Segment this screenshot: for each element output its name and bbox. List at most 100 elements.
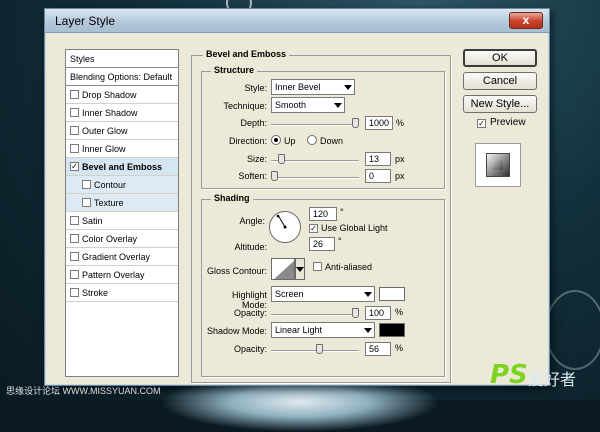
- style-item-label: Outer Glow: [82, 126, 128, 136]
- style-item-label: Pattern Overlay: [82, 270, 145, 280]
- style-label: Style:: [244, 83, 267, 93]
- bevel-emboss-title: Bevel and Emboss: [203, 49, 290, 59]
- style-item-label: Bevel and Emboss: [82, 162, 163, 172]
- soften-input[interactable]: 0: [365, 169, 391, 183]
- styles-list-item[interactable]: Stroke: [66, 284, 178, 302]
- styles-list-item[interactable]: ✓ Bevel and Emboss: [66, 158, 178, 176]
- gloss-contour-dropdown[interactable]: [295, 258, 305, 280]
- size-slider-thumb[interactable]: [278, 154, 286, 164]
- cancel-button[interactable]: Cancel: [463, 72, 537, 90]
- style-item-label: Inner Glow: [82, 144, 126, 154]
- styles-list-item[interactable]: Contour: [66, 176, 178, 194]
- styles-list-item[interactable]: Blending Options: Default: [66, 68, 178, 86]
- style-checkbox[interactable]: [70, 90, 79, 99]
- depth-slider-thumb[interactable]: [352, 118, 359, 128]
- preview-checkbox[interactable]: ✓: [477, 119, 486, 128]
- styles-list-item[interactable]: Outer Glow: [66, 122, 178, 140]
- style-value: Inner Bevel: [275, 82, 321, 92]
- style-checkbox[interactable]: [70, 108, 79, 117]
- depth-unit: %: [396, 118, 405, 128]
- highlight-opacity-input[interactable]: 100: [365, 306, 391, 320]
- technique-value: Smooth: [275, 100, 307, 110]
- direction-up-radio[interactable]: [271, 135, 281, 145]
- style-checkbox[interactable]: [70, 144, 79, 153]
- style-checkbox[interactable]: [70, 126, 79, 135]
- new-style-button[interactable]: New Style...: [463, 95, 537, 113]
- layer-style-dialog: Layer Style x Styles Blending Options: De…: [44, 8, 550, 386]
- soften-slider-thumb[interactable]: [271, 171, 278, 181]
- style-checkbox[interactable]: [70, 252, 79, 261]
- style-checkbox[interactable]: ✓: [70, 162, 79, 171]
- shading-title: Shading: [211, 193, 253, 203]
- direction-down-radio[interactable]: [307, 135, 317, 145]
- shadow-color-swatch[interactable]: [379, 323, 405, 337]
- gloss-contour-picker[interactable]: [271, 258, 295, 280]
- altitude-label: Altitude:: [234, 242, 267, 252]
- styles-list-item[interactable]: Color Overlay: [66, 230, 178, 248]
- soften-slider-track[interactable]: [271, 177, 359, 179]
- anti-aliased-checkbox[interactable]: [313, 262, 322, 271]
- shadow-opacity-label: Opacity:: [233, 344, 267, 354]
- angle-dial-icon: [276, 214, 287, 229]
- style-item-label: Gradient Overlay: [82, 252, 151, 262]
- style-item-label: Blending Options: Default: [70, 72, 173, 82]
- highlight-mode-label: Highlight Mode:: [231, 290, 267, 310]
- use-global-light-checkbox[interactable]: ✓: [309, 224, 318, 233]
- close-button[interactable]: x: [509, 12, 543, 29]
- highlight-opacity-thumb[interactable]: [352, 308, 359, 318]
- style-item-label: Satin: [82, 216, 103, 226]
- chevron-down-icon: [296, 267, 304, 272]
- depth-input[interactable]: 1000: [365, 116, 393, 130]
- highlight-mode-select[interactable]: Screen: [271, 286, 375, 302]
- chevron-down-icon: [364, 292, 372, 297]
- styles-list-item[interactable]: Styles: [66, 50, 178, 68]
- shadow-opacity-input[interactable]: 56: [365, 342, 391, 356]
- style-checkbox[interactable]: [82, 180, 91, 189]
- styles-list-item[interactable]: Pattern Overlay: [66, 266, 178, 284]
- styles-list-item[interactable]: Gradient Overlay: [66, 248, 178, 266]
- shadow-opacity-unit: %: [395, 343, 404, 353]
- style-checkbox[interactable]: [70, 216, 79, 225]
- shadow-mode-select[interactable]: Linear Light: [271, 322, 375, 338]
- style-checkbox[interactable]: [82, 198, 91, 207]
- soften-unit: px: [395, 171, 405, 181]
- highlight-mode-value: Screen: [275, 289, 304, 299]
- technique-select[interactable]: Smooth: [271, 97, 345, 113]
- style-checkbox[interactable]: [70, 270, 79, 279]
- highlight-opacity-unit: %: [395, 307, 404, 317]
- soften-label: Soften:: [238, 171, 267, 181]
- chevron-down-icon: [364, 328, 372, 333]
- styles-list-item[interactable]: Inner Shadow: [66, 104, 178, 122]
- structure-title: Structure: [211, 65, 258, 75]
- ok-button[interactable]: OK: [463, 49, 537, 67]
- styles-list: Styles Blending Options: Default Drop Shad…: [65, 49, 179, 377]
- altitude-input[interactable]: 26: [309, 237, 335, 251]
- highlight-color-swatch[interactable]: [379, 287, 405, 301]
- angle-unit: °: [340, 207, 344, 217]
- depth-slider-track[interactable]: [271, 124, 359, 126]
- technique-label: Technique:: [223, 101, 267, 111]
- watermark-text: 思缘设计论坛 WWW.MISSYUAN.COM: [6, 386, 161, 396]
- title-bar[interactable]: Layer Style x: [45, 9, 549, 33]
- background-swirl: [545, 290, 600, 370]
- angle-dial[interactable]: [269, 211, 301, 243]
- angle-label: Angle:: [239, 216, 265, 226]
- shadow-mode-label: Shadow Mode:: [206, 326, 267, 336]
- shadow-opacity-thumb[interactable]: [316, 344, 324, 354]
- styles-list-item[interactable]: Drop Shadow: [66, 86, 178, 104]
- style-item-label: Color Overlay: [82, 234, 138, 244]
- direction-up-label: Up: [284, 136, 296, 146]
- angle-input[interactable]: 120: [309, 207, 337, 221]
- preview-core: [493, 160, 503, 170]
- size-input[interactable]: 13: [365, 152, 391, 166]
- highlight-opacity-track[interactable]: [271, 314, 359, 316]
- styles-list-item[interactable]: Texture: [66, 194, 178, 212]
- shadow-opacity-track[interactable]: [271, 350, 359, 352]
- style-checkbox[interactable]: [70, 234, 79, 243]
- size-unit: px: [395, 154, 405, 164]
- style-select[interactable]: Inner Bevel: [271, 79, 355, 95]
- styles-list-item[interactable]: Satin: [66, 212, 178, 230]
- styles-list-item[interactable]: Inner Glow: [66, 140, 178, 158]
- style-checkbox[interactable]: [70, 288, 79, 297]
- direction-down-label: Down: [320, 136, 344, 146]
